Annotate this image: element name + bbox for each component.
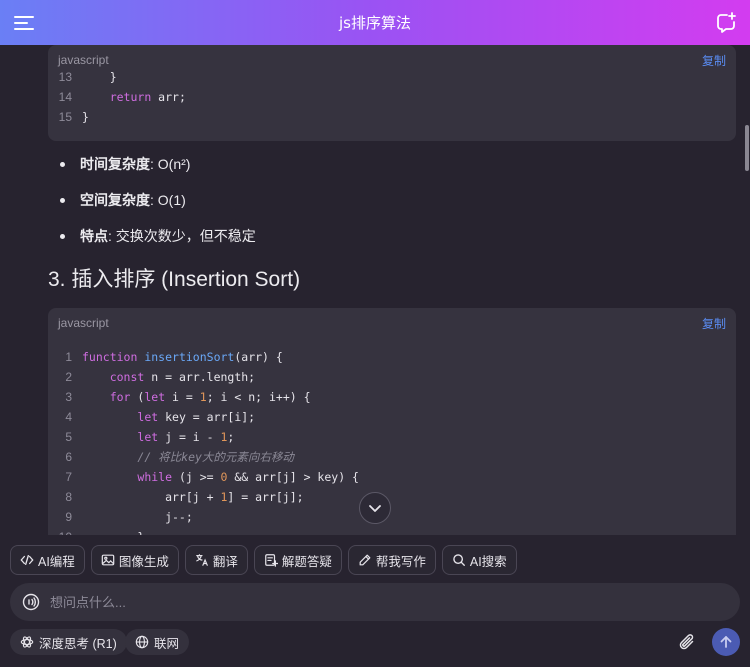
code-line: 5 let j = i - 1; (48, 427, 736, 447)
deep-think-icon (20, 636, 34, 648)
copy-button[interactable]: 复制 (702, 315, 726, 332)
line-number: 14 (58, 90, 72, 104)
line-number: 2 (65, 370, 72, 384)
line-number: 13 (58, 70, 72, 84)
code-language: javascript (58, 316, 109, 330)
code-line: 6 // 将比key大的元素向右移动 (48, 447, 736, 467)
code-icon (20, 554, 34, 566)
code-text: const n = arr.length; (109, 370, 256, 384)
section-heading: 3. 插入排序 (Insertion Sort) (48, 268, 301, 291)
copy-button[interactable]: 复制 (702, 52, 726, 69)
qa-icon (264, 554, 278, 567)
line-number: 5 (65, 430, 72, 444)
chevron-down-icon (369, 505, 381, 512)
chip-writing[interactable]: 帮我写作 (347, 545, 436, 575)
code-text: } (82, 70, 117, 84)
code-line: 9 j--; (48, 507, 736, 527)
line-number: 6 (65, 450, 72, 464)
list-item: 空间复杂度: O(1) (60, 189, 256, 225)
page-title: js排序算法 (339, 14, 411, 32)
translate-icon (196, 554, 208, 566)
code-text: arr[j + 1] = arr[j]; (82, 490, 304, 504)
line-number: 15 (58, 110, 72, 124)
code-block-selection-sort: javascript 复制 13 } 14 return arr; 15} (48, 45, 736, 141)
chip-ai-search[interactable]: AI搜索 (441, 545, 517, 575)
quick-actions: AI编程 图像生成 翻译 解题答疑 帮我写作 AI搜索 (10, 545, 517, 575)
code-text: } (82, 527, 144, 535)
new-chat-icon[interactable] (714, 11, 738, 35)
line-number: 10 (48, 527, 82, 535)
code-language: javascript (58, 53, 109, 67)
bullet-list: 时间复杂度: O(n²) 空间复杂度: O(1) 特点: 交换次数少，但不稳定 (60, 153, 256, 261)
code-line: 13 } (48, 67, 736, 87)
line-number: 7 (65, 470, 72, 484)
input-options: 深度思考 (R1) 联网 (10, 628, 740, 658)
chip-ai-coding[interactable]: AI编程 (10, 545, 85, 575)
code-text: while (j >= 0 && arr[j] > key) { (137, 470, 359, 484)
code-text: function insertionSort(arr) { (82, 350, 283, 364)
globe-icon (135, 635, 149, 649)
scroll-down-button[interactable] (359, 492, 391, 524)
list-item: 时间复杂度: O(n²) (60, 153, 256, 189)
chip-image-gen[interactable]: 图像生成 (90, 545, 179, 575)
line-number: 4 (65, 410, 72, 424)
message-input[interactable] (50, 594, 728, 610)
line-number: 3 (65, 390, 72, 404)
attachment-icon[interactable] (678, 633, 696, 651)
code-line: 2 const n = arr.length; (48, 367, 736, 387)
code-line: 14 return arr; (48, 87, 736, 107)
code-text: return arr; (109, 90, 186, 104)
image-icon (101, 554, 115, 566)
code-body: 1 function insertionSort(arr) { 2 const n … (48, 347, 736, 535)
app-header: js排序算法 (0, 0, 750, 45)
code-text: j--; (82, 510, 193, 524)
code-block-insertion-sort: javascript 复制 1 function insertionSort(ar… (48, 308, 736, 535)
code-line: 8 arr[j + 1] = arr[j]; (48, 487, 736, 507)
list-item: 特点: 交换次数少，但不稳定 (60, 225, 256, 261)
code-text: // 将比key大的元素向右移动 (137, 450, 294, 464)
code-text: let j = i - 1; (137, 430, 235, 444)
chip-translate[interactable]: 翻译 (184, 545, 248, 575)
code-line: 15} (48, 107, 736, 127)
code-line: 7 while (j >= 0 && arr[j] > key) { (48, 467, 736, 487)
voice-icon[interactable] (22, 593, 40, 611)
chip-qa[interactable]: 解题答疑 (253, 545, 342, 575)
code-text: } (82, 110, 89, 124)
chat-content[interactable]: javascript 复制 13 } 14 return arr; 15} 时间复杂… (0, 45, 750, 535)
send-button[interactable] (712, 628, 740, 656)
code-text: let key = arr[i]; (137, 410, 256, 424)
scrollbar-thumb[interactable] (745, 125, 749, 171)
code-line: 1 function insertionSort(arr) { (48, 347, 736, 367)
search-icon (453, 554, 465, 566)
scrollbar[interactable] (744, 45, 750, 535)
deep-think-toggle[interactable]: 深度思考 (R1) (10, 629, 127, 655)
arrow-up-icon (720, 636, 732, 648)
code-text: for (let i = 1; i < n; i++) { (109, 390, 311, 404)
menu-icon[interactable] (12, 11, 36, 35)
line-number: 1 (65, 350, 72, 364)
web-search-toggle[interactable]: 联网 (125, 629, 190, 655)
pen-icon (359, 554, 371, 566)
message-input-bar (10, 583, 740, 621)
code-body: 13 } 14 return arr; 15} (48, 67, 736, 127)
code-line: 3 for (let i = 1; i < n; i++) { (48, 387, 736, 407)
code-line: 10 } (48, 527, 736, 535)
line-number: 8 (65, 490, 72, 504)
code-line: 4 let key = arr[i]; (48, 407, 736, 427)
line-number: 9 (65, 510, 72, 524)
